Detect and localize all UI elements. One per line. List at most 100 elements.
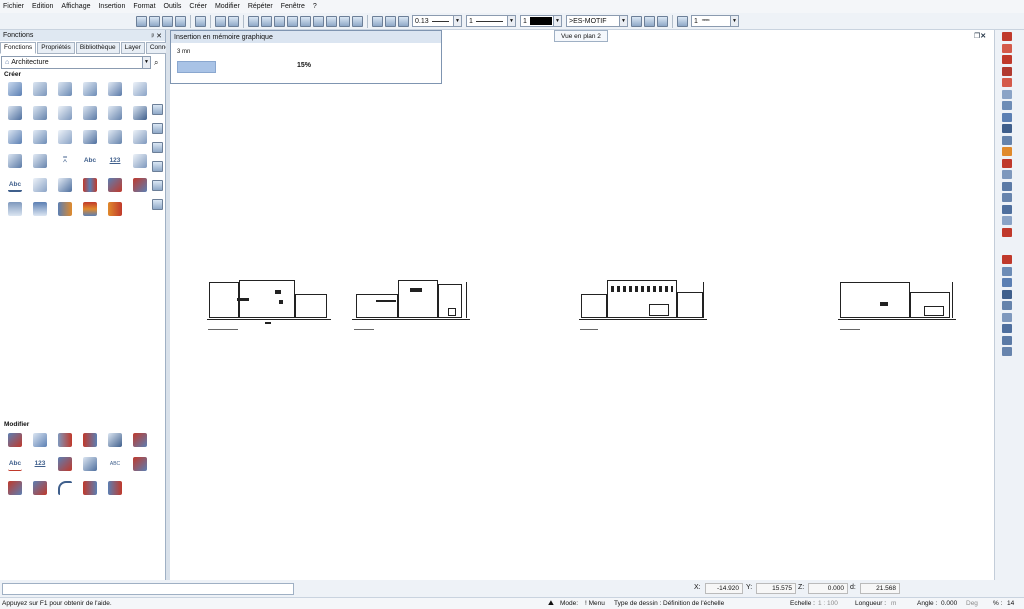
coord-y-field[interactable]: 15.575 [756, 583, 796, 594]
snap-mid-icon[interactable] [1002, 278, 1012, 287]
rotate-icon[interactable] [1002, 181, 1012, 191]
new-icon[interactable] [136, 15, 147, 27]
extend-icon[interactable] [58, 433, 72, 447]
mode-value[interactable]: ! Menu [585, 600, 605, 607]
drawing-canvas[interactable] [170, 30, 994, 580]
room-icon[interactable] [33, 178, 47, 192]
material-icon[interactable] [108, 202, 122, 216]
roof-icon[interactable] [8, 130, 22, 144]
pen-color-select[interactable]: 1 ▼ [520, 15, 562, 27]
menu-modifier[interactable]: Modifier [215, 3, 240, 10]
delete-icon[interactable] [287, 15, 298, 27]
side-tool-2-icon[interactable] [152, 123, 163, 134]
pillar-icon[interactable] [133, 106, 147, 120]
modify-search-icon[interactable] [83, 457, 97, 471]
cut-icon[interactable] [248, 15, 259, 27]
modify-dimension-icon[interactable]: 123 [33, 457, 47, 471]
section-icon[interactable] [83, 178, 97, 192]
command-input[interactable] [2, 583, 294, 595]
menu-help[interactable]: ? [313, 3, 317, 10]
mirror-icon[interactable] [1002, 193, 1012, 202]
move-icon[interactable] [1002, 170, 1012, 179]
side-tool-4-icon[interactable] [152, 161, 163, 172]
modify-pillar-icon[interactable] [108, 481, 122, 495]
scale-icon[interactable] [1002, 204, 1012, 214]
menu-fichier[interactable]: Fichier [3, 3, 24, 10]
dormer-icon[interactable] [33, 130, 47, 144]
pencil-icon[interactable] [385, 15, 396, 27]
layer-lock-icon[interactable] [657, 15, 668, 27]
modify-text-icon[interactable]: Abc [8, 457, 22, 471]
label-icon[interactable]: Abc [8, 178, 22, 192]
tab-fonctions[interactable]: Fonctions [0, 42, 37, 54]
view-3d-icon[interactable] [133, 178, 147, 192]
coord-z-field[interactable]: 0.000 [808, 583, 848, 594]
facade-icon[interactable] [58, 202, 72, 216]
modify-wall-icon[interactable] [8, 433, 22, 447]
filter-icon[interactable] [1002, 335, 1012, 345]
tab-proprietes[interactable]: Propriétés [37, 42, 75, 54]
wall-straight-icon[interactable] [33, 82, 47, 96]
staircase-icon[interactable] [83, 130, 97, 144]
angle-icon[interactable] [1002, 78, 1012, 87]
side-tool-5-icon[interactable] [152, 180, 163, 191]
zoom-icon[interactable] [352, 15, 363, 27]
menu-insertion[interactable]: Insertion [98, 3, 125, 10]
arch-icon[interactable] [8, 202, 22, 216]
draw-red-icon[interactable] [1002, 158, 1012, 168]
level-icon[interactable] [1002, 101, 1012, 110]
copy-format-icon[interactable] [300, 15, 311, 27]
group-icon[interactable] [313, 15, 324, 27]
tab-layer[interactable]: Layer [120, 42, 145, 54]
marker-icon[interactable] [1002, 55, 1012, 64]
modify-join-icon[interactable] [33, 481, 47, 495]
tab-bibliotheque[interactable]: Bibliothèque [75, 42, 120, 54]
opening-icon[interactable] [83, 106, 97, 120]
menu-edition[interactable]: Edition [32, 3, 53, 10]
fillet-icon[interactable] [58, 481, 72, 495]
line-thickness-select[interactable]: 0.13 ▼ [412, 15, 462, 27]
view-icon[interactable] [339, 15, 350, 27]
text-icon[interactable]: Abc [83, 154, 97, 168]
text-tool-icon[interactable] [1002, 124, 1012, 133]
elevation-icon[interactable] [108, 178, 122, 192]
redo-icon[interactable] [228, 15, 239, 27]
pen-red-icon[interactable] [1002, 43, 1012, 53]
chevron-down-icon[interactable]: ▼ [619, 16, 627, 26]
symbol-icon[interactable]: ⩞ [58, 154, 72, 168]
layers-icon[interactable] [326, 15, 337, 27]
ramp-icon[interactable] [58, 130, 72, 144]
chevron-down-icon[interactable]: ▼ [553, 16, 561, 26]
chevron-down-icon[interactable]: ▼ [142, 57, 150, 68]
window-icon[interactable] [58, 106, 72, 120]
wall-icon[interactable] [8, 82, 22, 96]
snap-point-icon[interactable] [1002, 266, 1012, 276]
niche-icon[interactable] [108, 106, 122, 120]
modify-roof-icon[interactable] [33, 433, 47, 447]
modify-view-icon[interactable] [108, 433, 122, 447]
door-icon[interactable] [33, 106, 47, 120]
snap-perp-icon[interactable] [1002, 312, 1012, 322]
table-icon[interactable] [133, 154, 147, 168]
save-icon[interactable] [162, 15, 173, 27]
menu-outils[interactable]: Outils [164, 3, 182, 10]
layer-visibility-icon[interactable] [644, 15, 655, 27]
layer-settings-icon[interactable] [631, 15, 642, 27]
undo-icon[interactable] [215, 15, 226, 27]
category-select[interactable]: ⌂ Architecture ▼ [1, 56, 151, 69]
panel-pin-close-icon[interactable]: ᵖ ✕ [152, 32, 162, 40]
search-icon[interactable]: ⌕ [154, 58, 158, 68]
snap-tangent-icon[interactable] [1002, 324, 1012, 333]
parallel-icon[interactable] [1002, 66, 1012, 76]
brush-icon[interactable] [398, 15, 409, 27]
hatch-style-select[interactable]: >ES-MOTIF ▼ [566, 15, 628, 27]
pen-icon[interactable] [372, 15, 383, 27]
eraser-icon[interactable] [1002, 32, 1012, 41]
coord-d-field[interactable]: 21.568 [860, 583, 900, 594]
filter-alt-icon[interactable] [1002, 347, 1012, 356]
open-icon[interactable] [149, 15, 160, 27]
wall-layer-icon[interactable] [58, 82, 72, 96]
modify-hatch-icon[interactable] [133, 433, 147, 447]
block-icon[interactable] [108, 82, 122, 96]
close-icon[interactable]: ✕ [980, 33, 986, 40]
